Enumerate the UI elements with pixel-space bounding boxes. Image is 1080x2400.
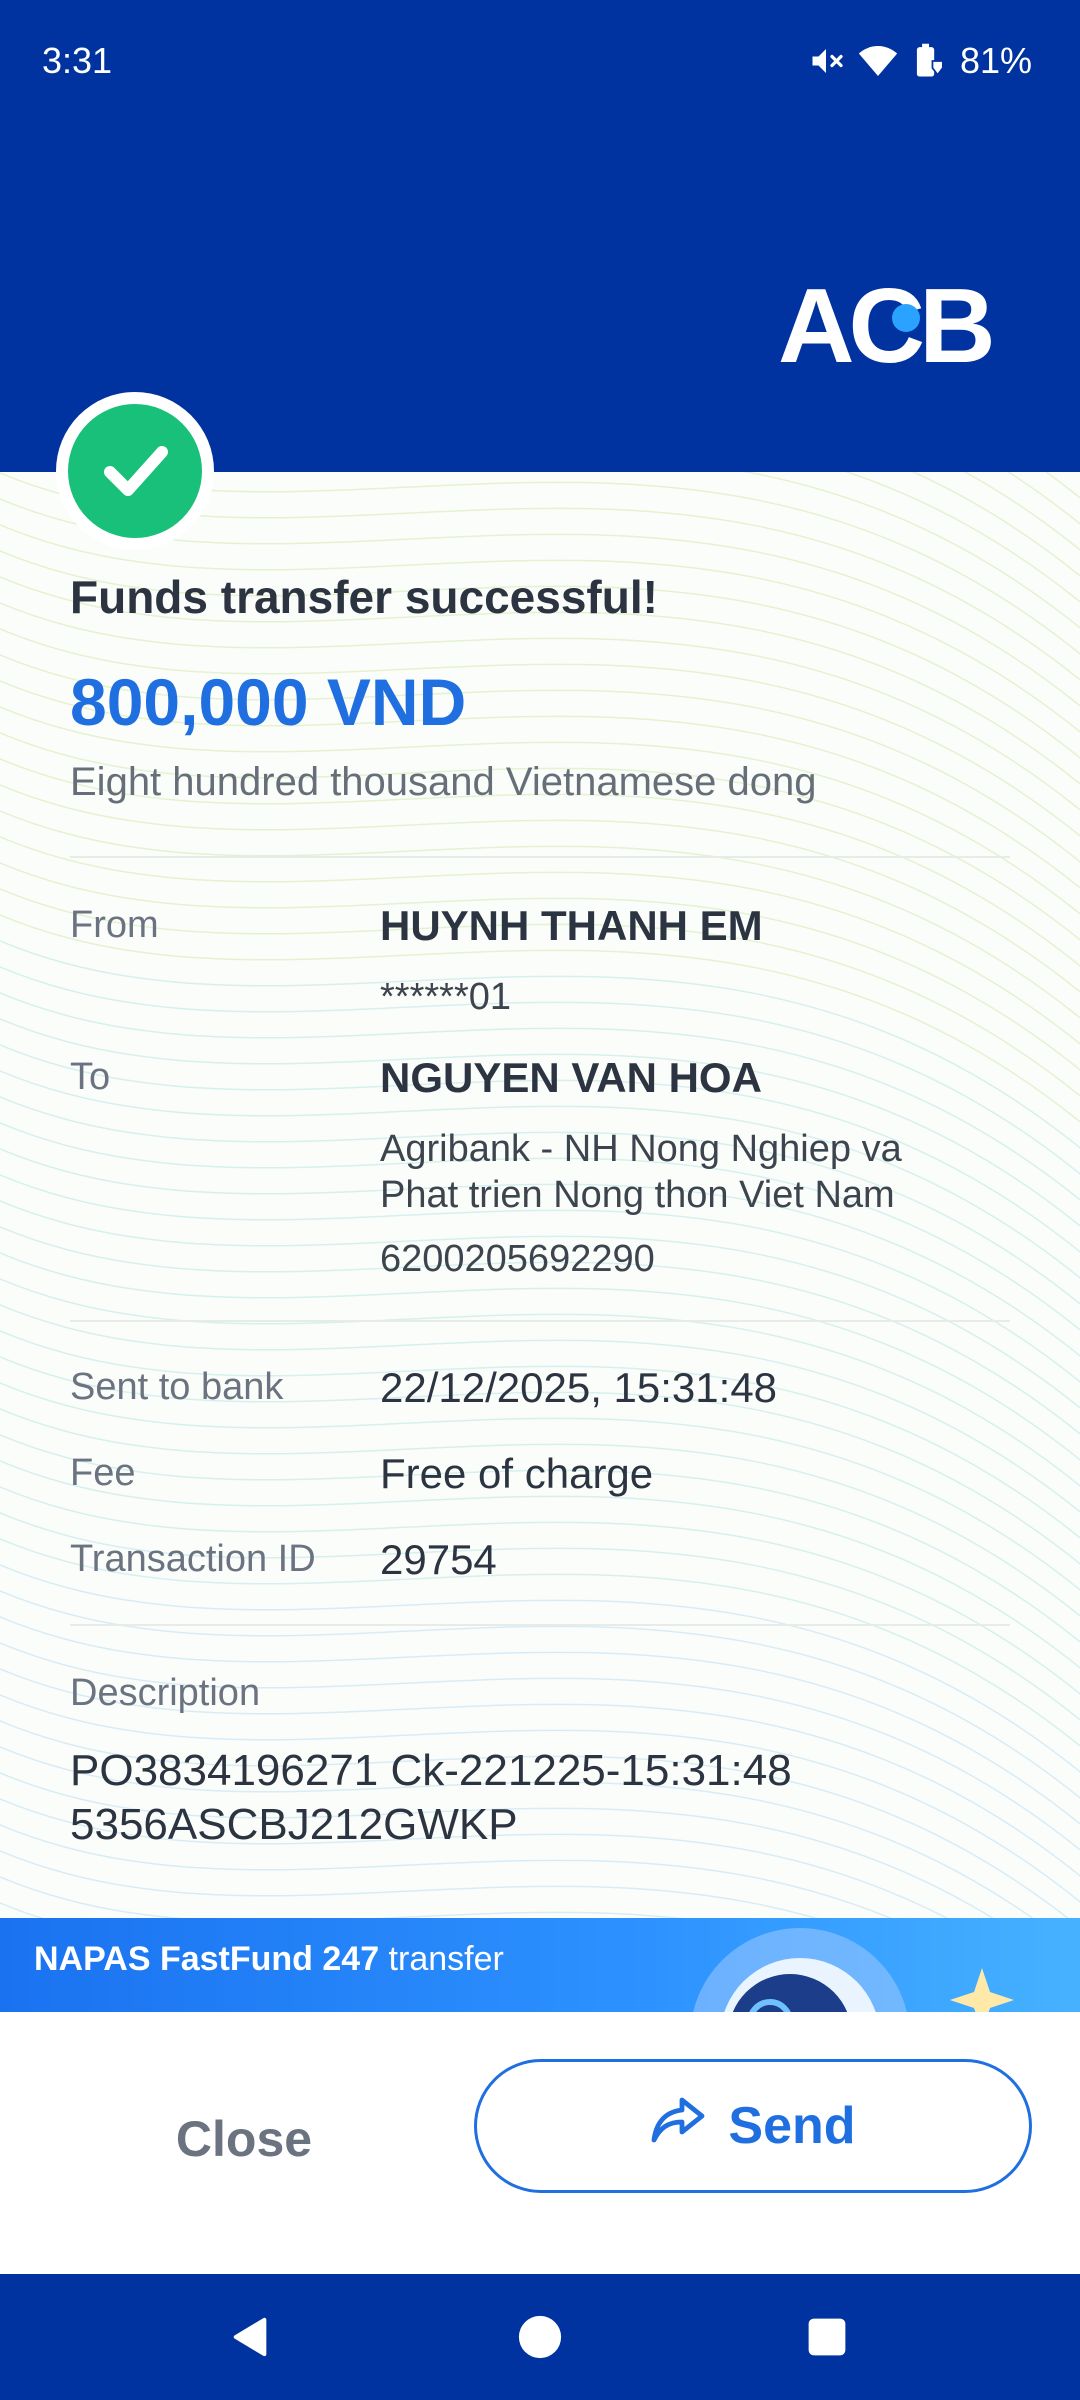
- back-icon[interactable]: [218, 2304, 284, 2370]
- battery-percent: 81%: [959, 40, 1032, 81]
- send-label: Send: [728, 2097, 856, 2155]
- promo-banner-bold: NAPAS FastFund 247: [34, 1940, 380, 1978]
- promo-banner-text: NAPAS FastFund 247 transfer: [34, 1940, 504, 1979]
- transfer-amount: 800,000 VND: [70, 665, 467, 739]
- divider: [70, 856, 1010, 858]
- divider: [70, 1320, 1010, 1322]
- share-arrow-icon: [650, 2095, 706, 2158]
- status-time: 3:31: [42, 40, 113, 81]
- from-label: From: [70, 904, 159, 946]
- acb-logo: ACB: [778, 267, 1014, 385]
- description-text: PO3834196271 Ck-221225-15:31:48 5356ASCB…: [70, 1744, 1030, 1852]
- description-label: Description: [70, 1672, 261, 1714]
- description-line1: PO3834196271 Ck-221225-15:31:48: [70, 1746, 792, 1795]
- mute-icon: [808, 43, 844, 79]
- promo-banner-rest: transfer: [379, 1940, 504, 1978]
- promo-illustration: [693, 1928, 1014, 2012]
- check-icon: [68, 404, 202, 538]
- description-line2: 5356ASCBJ212GWKP: [70, 1800, 518, 1849]
- transfer-status-title: Funds transfer successful!: [70, 571, 658, 623]
- home-icon[interactable]: [507, 2304, 573, 2370]
- system-nav-bar: [0, 2274, 1080, 2400]
- close-button[interactable]: Close: [96, 2070, 392, 2208]
- transaction-id-value: 29754: [380, 1536, 497, 1583]
- transaction-id-label: Transaction ID: [70, 1538, 316, 1580]
- sent-to-bank-label: Sent to bank: [70, 1366, 284, 1408]
- wifi-icon: [858, 44, 898, 78]
- to-name: NGUYEN VAN HOA: [380, 1054, 762, 1101]
- to-bank-line2: Phat trien Nong thon Viet Nam: [380, 1174, 895, 1216]
- to-bank-line1: Agribank - NH Nong Nghiep va: [380, 1128, 902, 1170]
- status-icons: 81%: [808, 40, 1032, 82]
- divider: [70, 1624, 1010, 1626]
- battery-saver-icon: [912, 42, 946, 80]
- from-account: ******01: [380, 976, 511, 1018]
- amount-in-words: Eight hundred thousand Vietnamese dong: [70, 760, 817, 804]
- action-bar: Close Send: [0, 2012, 1080, 2274]
- sent-to-bank-value: 22/12/2025, 15:31:48: [380, 1364, 778, 1411]
- svg-text:ACB: ACB: [778, 272, 991, 378]
- recents-icon[interactable]: [794, 2304, 860, 2370]
- to-label: To: [70, 1056, 111, 1098]
- to-account: 6200205692290: [380, 1238, 655, 1280]
- fee-label: Fee: [70, 1452, 136, 1494]
- send-button[interactable]: Send: [474, 2059, 1032, 2193]
- fee-value: Free of charge: [380, 1450, 654, 1497]
- from-name: HUYNH THANH EM: [380, 902, 763, 949]
- success-badge: [56, 392, 214, 550]
- promo-banner[interactable]: NAPAS FastFund 247 transfer: [0, 1918, 1080, 2012]
